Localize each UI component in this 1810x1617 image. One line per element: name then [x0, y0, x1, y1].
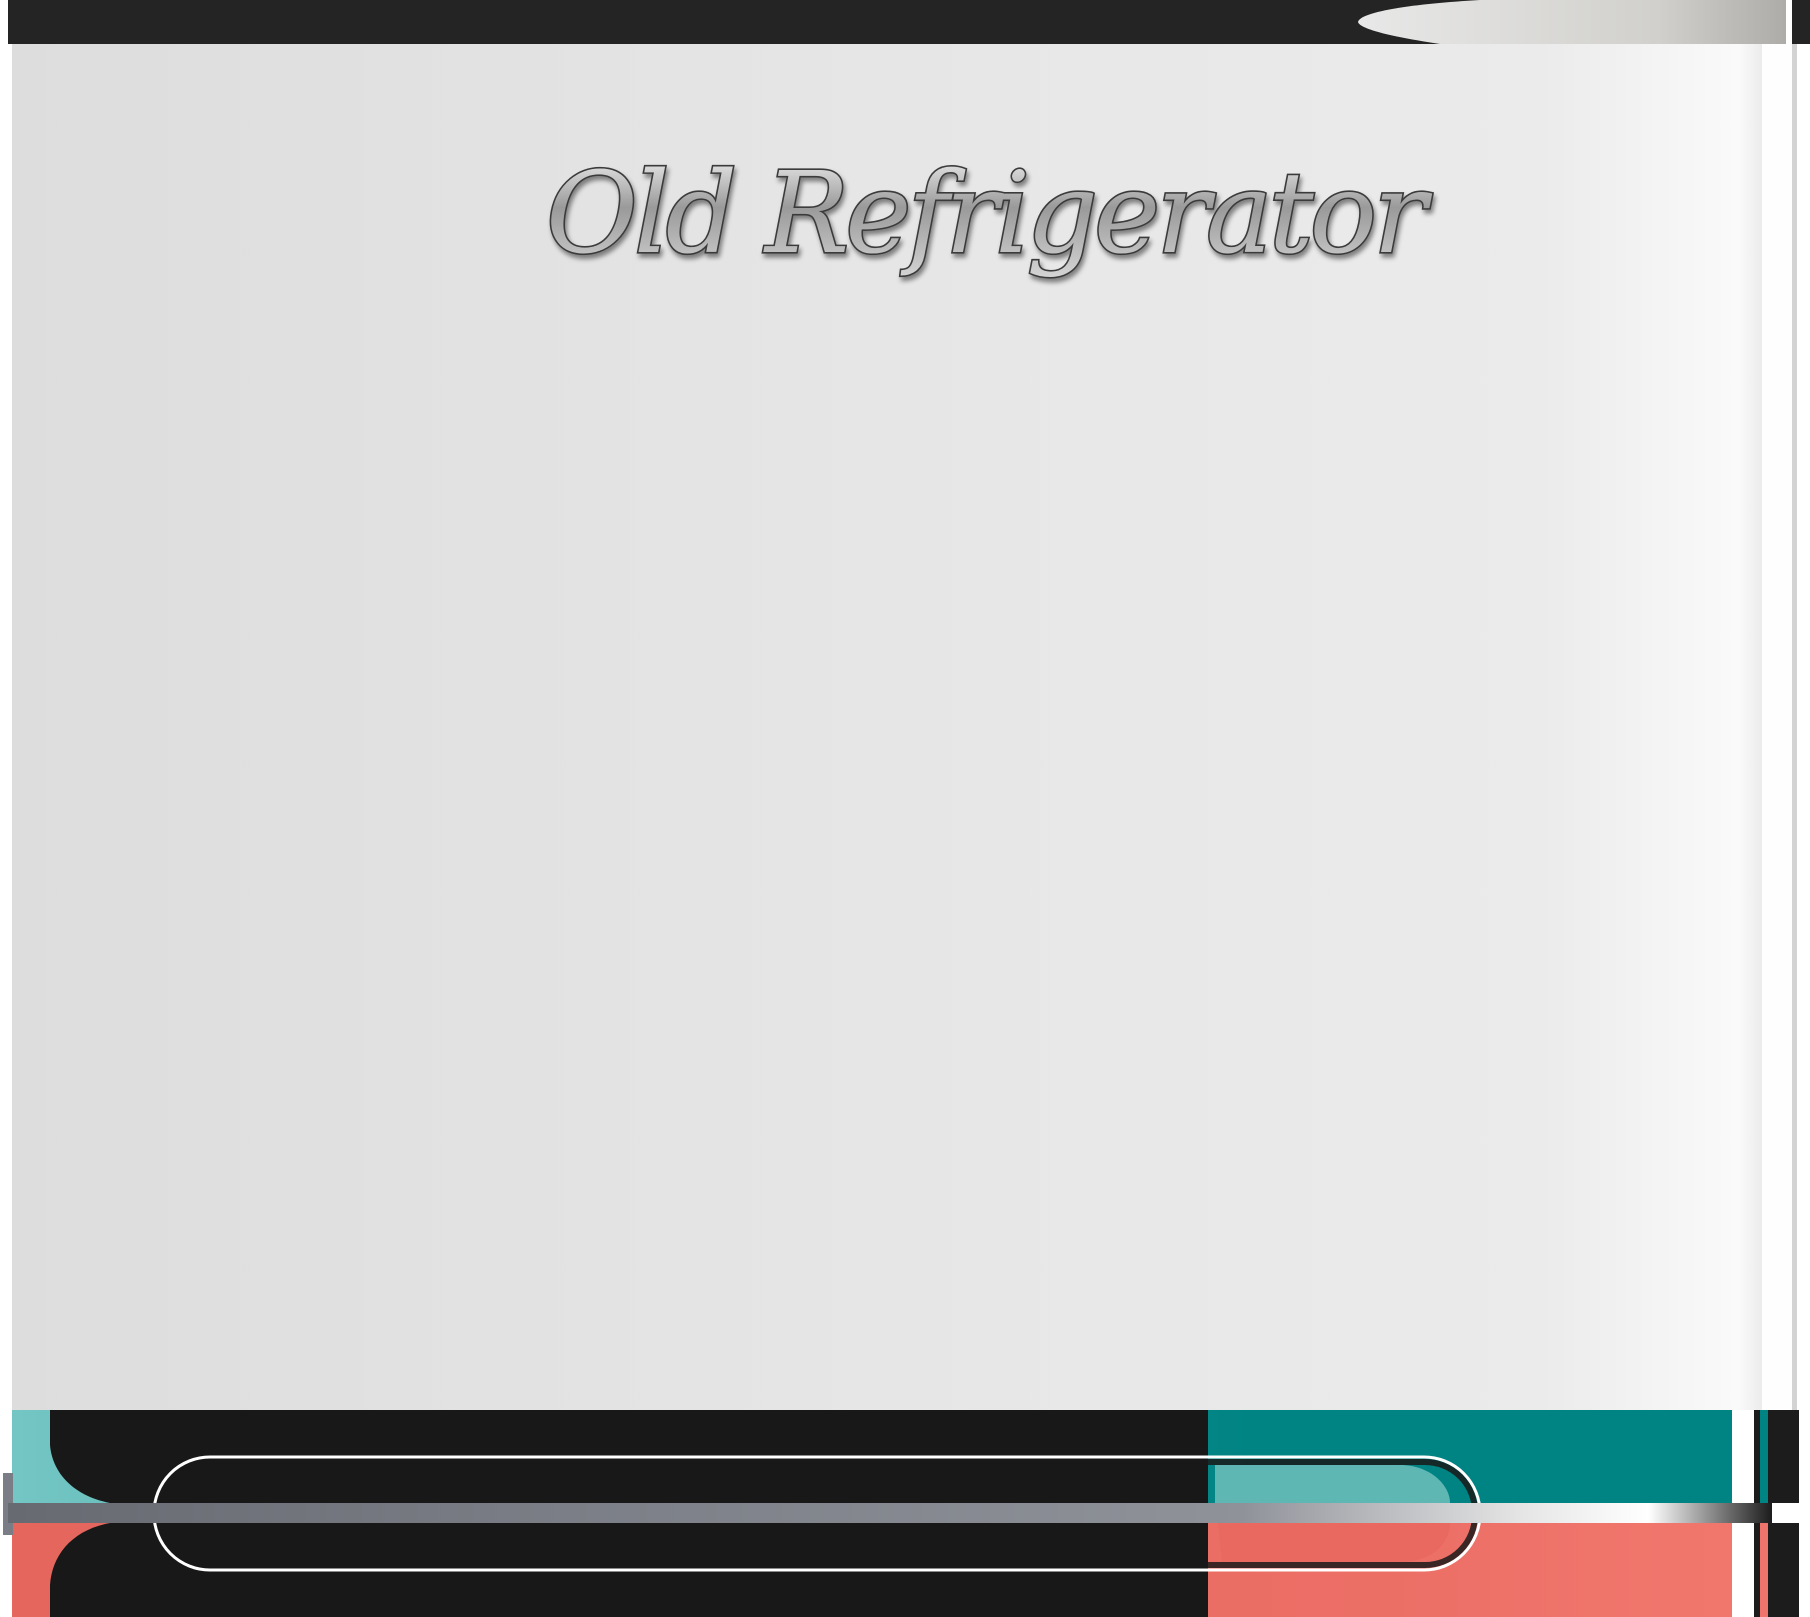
right-edge-strip: [1762, 44, 1792, 1410]
top-handle-edge: [1786, 0, 1792, 44]
fridge-canvas: Old Refrigerator: [0, 0, 1810, 1617]
pill-teal-fill: [1215, 1465, 1450, 1503]
pill-coral-fill: [1218, 1523, 1450, 1562]
coral-edge-strip: [1760, 1523, 1768, 1617]
fridge-illustration: Old Refrigerator: [3, 0, 1810, 1617]
fridge-title: Old Refrigerator: [546, 149, 1433, 279]
right-edge-shadow: [1792, 44, 1797, 1410]
teal-edge-white: [1732, 1410, 1754, 1503]
script-logo: Old Refrigerator: [544, 147, 1438, 280]
coral-edge-white: [1732, 1523, 1754, 1617]
teal-edge-strip: [1760, 1410, 1768, 1503]
top-handle: [1358, 0, 1786, 44]
chrome-handle: [8, 1503, 1772, 1523]
